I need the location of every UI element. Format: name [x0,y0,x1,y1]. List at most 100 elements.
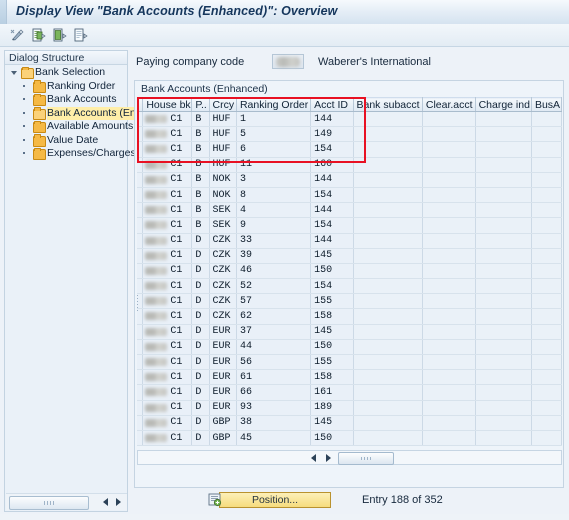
cell-p[interactable]: D [191,384,210,401]
cell-acct-id[interactable]: 150 [310,339,354,356]
grid-scroll-right-icon[interactable] [323,452,334,464]
cell-ranking-order[interactable]: 62 [236,308,312,325]
table-row[interactable]: C1 B SEK 9 154 [137,217,562,234]
cell-busa[interactable] [531,172,562,188]
cell-busa[interactable] [531,430,562,447]
table-row[interactable]: C1 D EUR 37 145 [137,324,562,340]
table-row[interactable]: C1 B HUF 11 160 [137,157,562,173]
expand-collapse-icon[interactable] [11,71,17,75]
cell-bank-subacct[interactable] [353,263,423,280]
cell-charge-ind[interactable] [475,111,532,128]
cell-crcy[interactable]: EUR [209,339,237,356]
cell-charge-ind[interactable] [475,217,532,234]
cell-p[interactable]: D [191,278,210,295]
sidebar-item-ranking-order[interactable]: Ranking Order [5,80,127,94]
cell-busa[interactable] [531,157,562,173]
delete-entry-icon[interactable] [72,27,89,43]
cell-acct-id[interactable]: 144 [310,172,354,188]
cell-house-bk[interactable]: C1 [142,187,193,204]
cell-busa[interactable] [531,111,562,128]
cell-house-bk[interactable]: C1 [142,233,193,249]
cell-busa[interactable] [531,248,562,264]
cell-house-bk[interactable]: C1 [142,324,193,340]
cell-crcy[interactable]: CZK [209,278,237,295]
cell-crcy[interactable]: CZK [209,308,237,325]
cell-busa[interactable] [531,263,562,280]
cell-clear-acct[interactable] [422,187,476,204]
table-row[interactable]: C1 D CZK 62 158 [137,308,562,325]
cell-acct-id[interactable]: 158 [310,308,354,325]
cell-p[interactable]: D [191,354,210,371]
grid-scrollbar-thumb[interactable] [338,452,394,465]
cell-ranking-order[interactable]: 56 [236,354,312,371]
cell-house-bk[interactable]: C1 [142,293,193,310]
cell-charge-ind[interactable] [475,187,532,204]
cell-bank-subacct[interactable] [353,293,423,310]
cell-house-bk[interactable]: C1 [142,278,193,295]
cell-busa[interactable] [531,278,562,295]
cell-crcy[interactable]: EUR [209,354,237,371]
cell-house-bk[interactable]: C1 [142,369,193,386]
cell-busa[interactable] [531,369,562,386]
cell-acct-id[interactable]: 189 [310,400,354,416]
cell-busa[interactable] [531,308,562,325]
cell-charge-ind[interactable] [475,308,532,325]
cell-p[interactable]: D [191,248,210,264]
cell-p[interactable]: D [191,308,210,325]
cell-ranking-order[interactable]: 93 [236,400,312,416]
cell-charge-ind[interactable] [475,157,532,173]
sidebar-item-bank-accounts-enhanced[interactable]: Bank Accounts (Enha [5,106,148,120]
cell-busa[interactable] [531,233,562,249]
cell-busa[interactable] [531,384,562,401]
sidebar-item-bank-accounts[interactable]: Bank Accounts [5,93,127,107]
column-header-clear-acct[interactable]: Clear.acct [422,97,476,112]
cell-p[interactable]: D [191,415,210,431]
cell-acct-id[interactable]: 144 [310,233,354,249]
cell-p[interactable]: D [191,293,210,310]
cell-acct-id[interactable]: 145 [310,324,354,340]
cell-clear-acct[interactable] [422,369,476,386]
cell-house-bk[interactable]: C1 [142,217,193,234]
cell-charge-ind[interactable] [475,339,532,356]
cell-acct-id[interactable]: 154 [310,278,354,295]
cell-p[interactable]: D [191,430,210,447]
cell-busa[interactable] [531,339,562,356]
cell-crcy[interactable]: HUF [209,157,237,173]
cell-ranking-order[interactable]: 45 [236,430,312,447]
table-row[interactable]: C1 D CZK 33 144 [137,233,562,249]
cell-house-bk[interactable]: C1 [142,400,193,416]
cell-clear-acct[interactable] [422,126,476,143]
cell-acct-id[interactable]: 158 [310,369,354,386]
table-row[interactable]: C1 D EUR 44 150 [137,339,562,356]
column-header-p[interactable]: P.. [191,97,210,112]
cell-crcy[interactable]: HUF [209,111,237,128]
cell-clear-acct[interactable] [422,278,476,295]
cell-clear-acct[interactable] [422,157,476,173]
cell-charge-ind[interactable] [475,415,532,431]
cell-busa[interactable] [531,217,562,234]
cell-p[interactable]: B [191,126,210,143]
cell-clear-acct[interactable] [422,172,476,188]
table-row[interactable]: C1 D EUR 93 189 [137,400,562,416]
new-entries-icon[interactable] [30,27,47,43]
cell-bank-subacct[interactable] [353,187,423,204]
sidebar-item-expenses-charges[interactable]: Expenses/Charges [5,147,136,161]
cell-crcy[interactable]: EUR [209,384,237,401]
cell-charge-ind[interactable] [475,430,532,447]
cell-p[interactable]: D [191,263,210,280]
cell-charge-ind[interactable] [475,324,532,340]
column-header-busa[interactable]: BusA [531,97,562,112]
table-row[interactable]: C1 B SEK 4 144 [137,202,562,219]
cell-house-bk[interactable]: C1 [142,354,193,371]
cell-ranking-order[interactable]: 33 [236,233,312,249]
cell-clear-acct[interactable] [422,111,476,128]
cell-p[interactable]: D [191,339,210,356]
cell-bank-subacct[interactable] [353,339,423,356]
cell-crcy[interactable]: CZK [209,248,237,264]
table-row[interactable]: C1 D CZK 52 154 [137,278,562,295]
cell-crcy[interactable]: NOK [209,187,237,204]
cell-bank-subacct[interactable] [353,384,423,401]
cell-busa[interactable] [531,354,562,371]
grid-scroll-left-icon[interactable] [308,452,319,464]
cell-house-bk[interactable]: C1 [142,141,193,158]
